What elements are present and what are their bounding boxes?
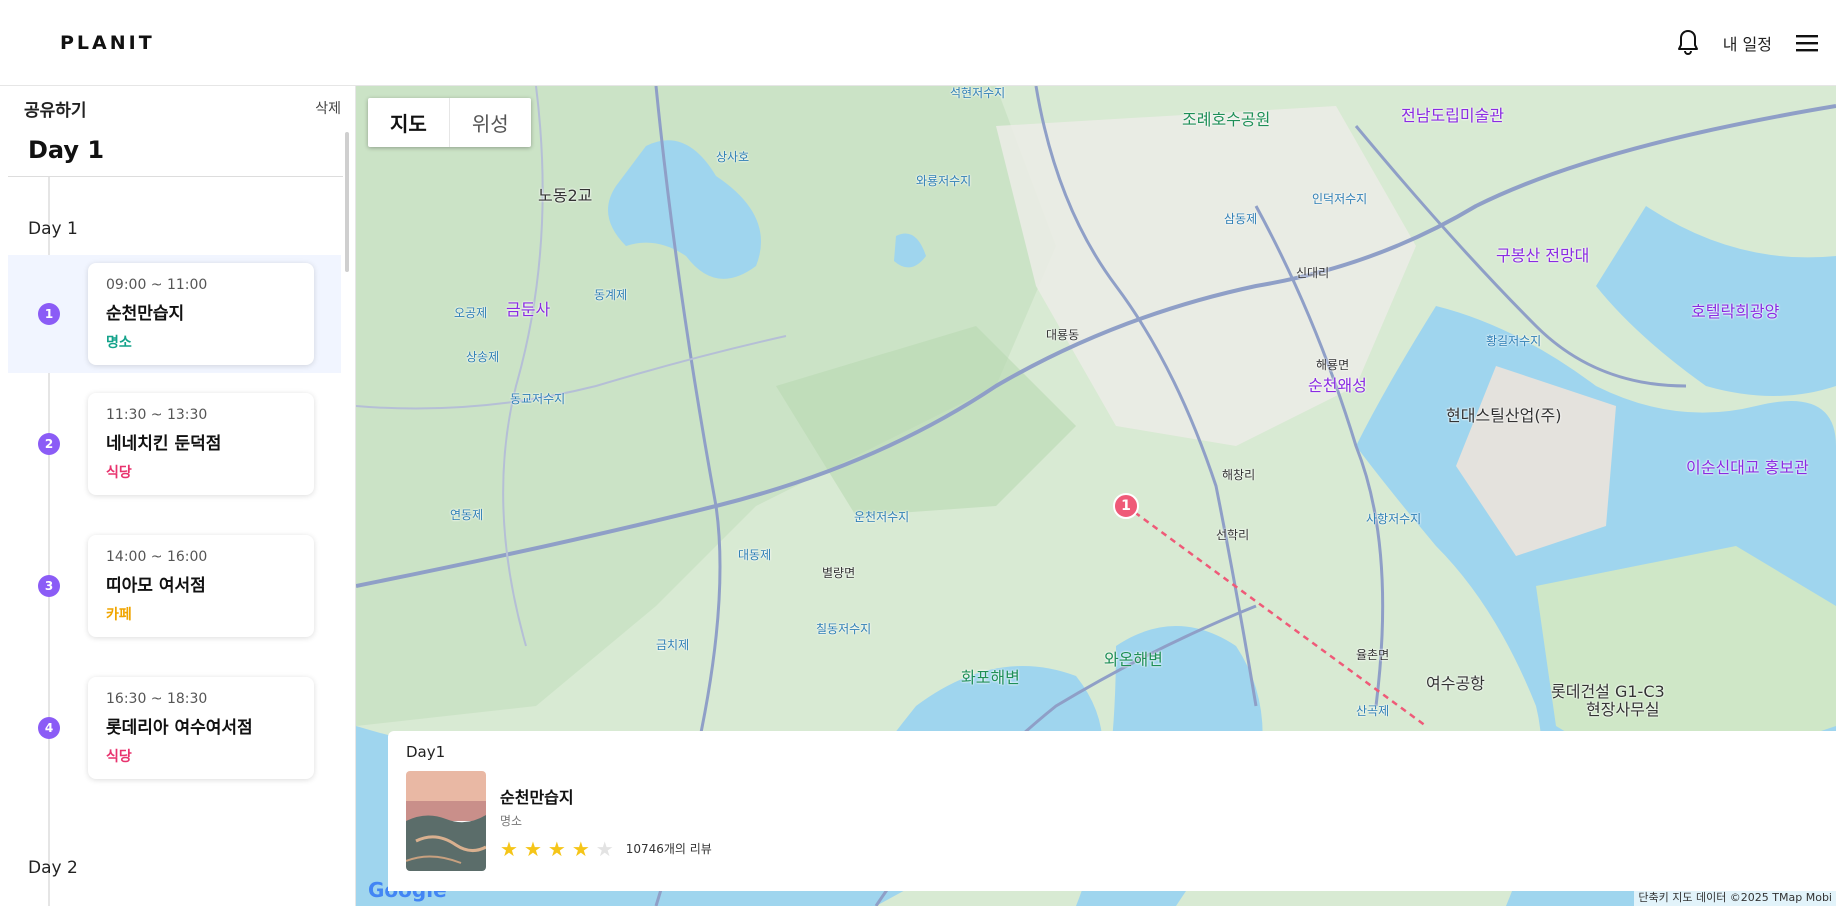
header-actions: 내 일정 (1673, 0, 1822, 86)
map-poi-label[interactable]: 금둔사 (506, 296, 550, 320)
timeline-item[interactable]: 3 14:00 ~ 16:00 띠아모 여서점 카페 (0, 515, 355, 657)
map-place-label: 해룡면 (1316, 358, 1350, 372)
place-summary[interactable]: 순천만습지 명소 ★ ★ ★ ★ ★ 10746개의 리뷰 (406, 771, 1818, 871)
map-water-label: 운천저수지 (854, 510, 910, 524)
map-poi-label[interactable]: 현대스틸산업(주) (1446, 402, 1562, 426)
map-poi-label[interactable]: 조례호수공원 (1182, 106, 1270, 130)
card-place-name: 순천만습지 (106, 304, 185, 324)
map-water-label: 석현저수지 (950, 86, 1006, 100)
my-schedule-link[interactable]: 내 일정 (1723, 31, 1772, 55)
map-water-label: 금치제 (656, 638, 690, 652)
timeline-item[interactable]: 4 16:30 ~ 18:30 롯데리아 여수여서점 식당 (0, 657, 355, 799)
timeline: Day 1 1 09:00 ~ 11:00 순천만습지 명소 2 11:30 ~… (0, 177, 355, 906)
star-icon: ★ (547, 836, 566, 861)
map-type-toggle: 지도 위성 (368, 98, 531, 147)
step-number: 2 (38, 433, 60, 455)
menu-icon[interactable] (1792, 28, 1822, 58)
map-poi-label[interactable]: 화포해변 (961, 664, 1020, 688)
step-number: 3 (38, 575, 60, 597)
step-number: 4 (38, 717, 60, 739)
map-place-label: 별량면 (822, 566, 856, 580)
day-heading: Day 1 (8, 130, 343, 177)
review-count[interactable]: 10746개의 리뷰 (626, 840, 712, 857)
map-poi-label[interactable]: 호텔락희광양 (1691, 298, 1779, 322)
map-water-label: 동계제 (594, 288, 628, 302)
day-section-label: Day 1 (28, 219, 78, 239)
map-place-label: 율촌면 (1356, 648, 1390, 662)
map-water-label: 연동제 (450, 508, 484, 522)
map-type-satellite-button[interactable]: 위성 (448, 98, 531, 147)
map-water-label: 와룡저수지 (916, 174, 972, 188)
place-info-panel: Day1 순천만습지 명소 ★ ★ ★ ★ ★ 10746개의 리뷰 (388, 731, 1836, 891)
timeline-item[interactable]: 1 09:00 ~ 11:00 순천만습지 명소 (8, 255, 341, 373)
schedule-card[interactable]: 09:00 ~ 11:00 순천만습지 명소 (88, 263, 314, 365)
map-poi-label[interactable]: 전남도립미술관 (1401, 102, 1504, 126)
map-place-label: 선학리 (1216, 528, 1250, 542)
star-empty-icon: ★ (595, 836, 614, 861)
delete-button[interactable]: 삭제 (315, 98, 341, 118)
card-place-name: 띠아모 여서점 (106, 576, 206, 596)
map-poi-label[interactable]: 노동2교 (538, 182, 592, 206)
place-text: 순천만습지 명소 ★ ★ ★ ★ ★ 10746개의 리뷰 (500, 784, 712, 859)
card-category: 카페 (106, 607, 132, 623)
schedule-card[interactable]: 11:30 ~ 13:30 네네치킨 둔덕점 식당 (88, 393, 314, 495)
place-name: 순천만습지 (500, 787, 574, 807)
star-icon: ★ (500, 836, 518, 861)
map-place-label: 대룡동 (1046, 328, 1080, 342)
card-category: 명소 (106, 335, 132, 351)
map-water-label: 삼동제 (1224, 212, 1258, 226)
map-poi-label[interactable]: 여수공항 (1426, 670, 1485, 694)
info-day-label: Day1 (406, 743, 446, 761)
map-poi-label[interactable]: 순천왜성 (1308, 372, 1367, 396)
map-water-label: 동교저수지 (510, 392, 566, 406)
schedule-card[interactable]: 14:00 ~ 16:00 띠아모 여서점 카페 (88, 535, 314, 637)
map-type-map-button[interactable]: 지도 (368, 98, 449, 147)
itinerary-sidebar: 공유하기 삭제 Day 1 Day 1 1 09:00 ~ 11:00 순천만습… (0, 86, 356, 906)
map-place-label: 신대리 (1296, 266, 1330, 280)
sidebar-toolbar: 공유하기 삭제 (0, 86, 355, 130)
card-place-name: 롯데리아 여수여서점 (106, 718, 253, 738)
rating-stars: ★ ★ ★ ★ ★ 10746개의 리뷰 (500, 839, 712, 859)
card-category: 식당 (106, 465, 132, 481)
map-water-label: 상사호 (716, 150, 750, 164)
schedule-card[interactable]: 16:30 ~ 18:30 롯데리아 여수여서점 식당 (88, 677, 314, 779)
card-time: 11:30 ~ 13:30 (106, 407, 208, 423)
map-poi-label[interactable]: 와온해변 (1104, 646, 1163, 670)
card-time: 16:30 ~ 18:30 (106, 691, 208, 707)
map-water-label: 상송제 (466, 350, 500, 364)
bell-icon[interactable] (1673, 28, 1703, 58)
map-poi-label[interactable]: 현장사무실 (1586, 696, 1660, 720)
place-thumbnail[interactable] (406, 771, 486, 871)
map-water-label: 칠동저수지 (816, 622, 872, 636)
card-time: 09:00 ~ 11:00 (106, 277, 208, 293)
map-water-label: 산곡제 (1356, 704, 1390, 718)
map-poi-label[interactable]: 구봉산 전망대 (1496, 242, 1589, 266)
day-section-label: Day 2 (28, 858, 78, 878)
app-logo[interactable]: PLANIT (60, 32, 155, 54)
card-time: 14:00 ~ 16:00 (106, 549, 208, 565)
step-number: 1 (38, 303, 60, 325)
map-water-label: 대동제 (738, 548, 772, 562)
timeline-item[interactable]: 2 11:30 ~ 13:30 네네치킨 둔덕점 식당 (0, 373, 355, 515)
card-category: 식당 (106, 749, 132, 765)
top-header: PLANIT (0, 0, 1836, 86)
map-water-label: 황길저수지 (1486, 334, 1542, 348)
star-icon: ★ (571, 836, 590, 861)
star-icon: ★ (523, 836, 542, 861)
map-place-label: 해창리 (1222, 468, 1256, 482)
map-water-label: 인덕저수지 (1312, 192, 1368, 206)
map-water-label: 오공제 (454, 306, 488, 320)
share-button[interactable]: 공유하기 (24, 96, 87, 121)
map-water-label: 사항저수지 (1366, 512, 1422, 526)
place-category: 명소 (500, 813, 523, 828)
map-marker[interactable]: 1 (1113, 493, 1139, 519)
card-place-name: 네네치킨 둔덕점 (106, 434, 222, 454)
map-poi-label[interactable]: 이순신대교 홍보관 (1686, 454, 1809, 478)
